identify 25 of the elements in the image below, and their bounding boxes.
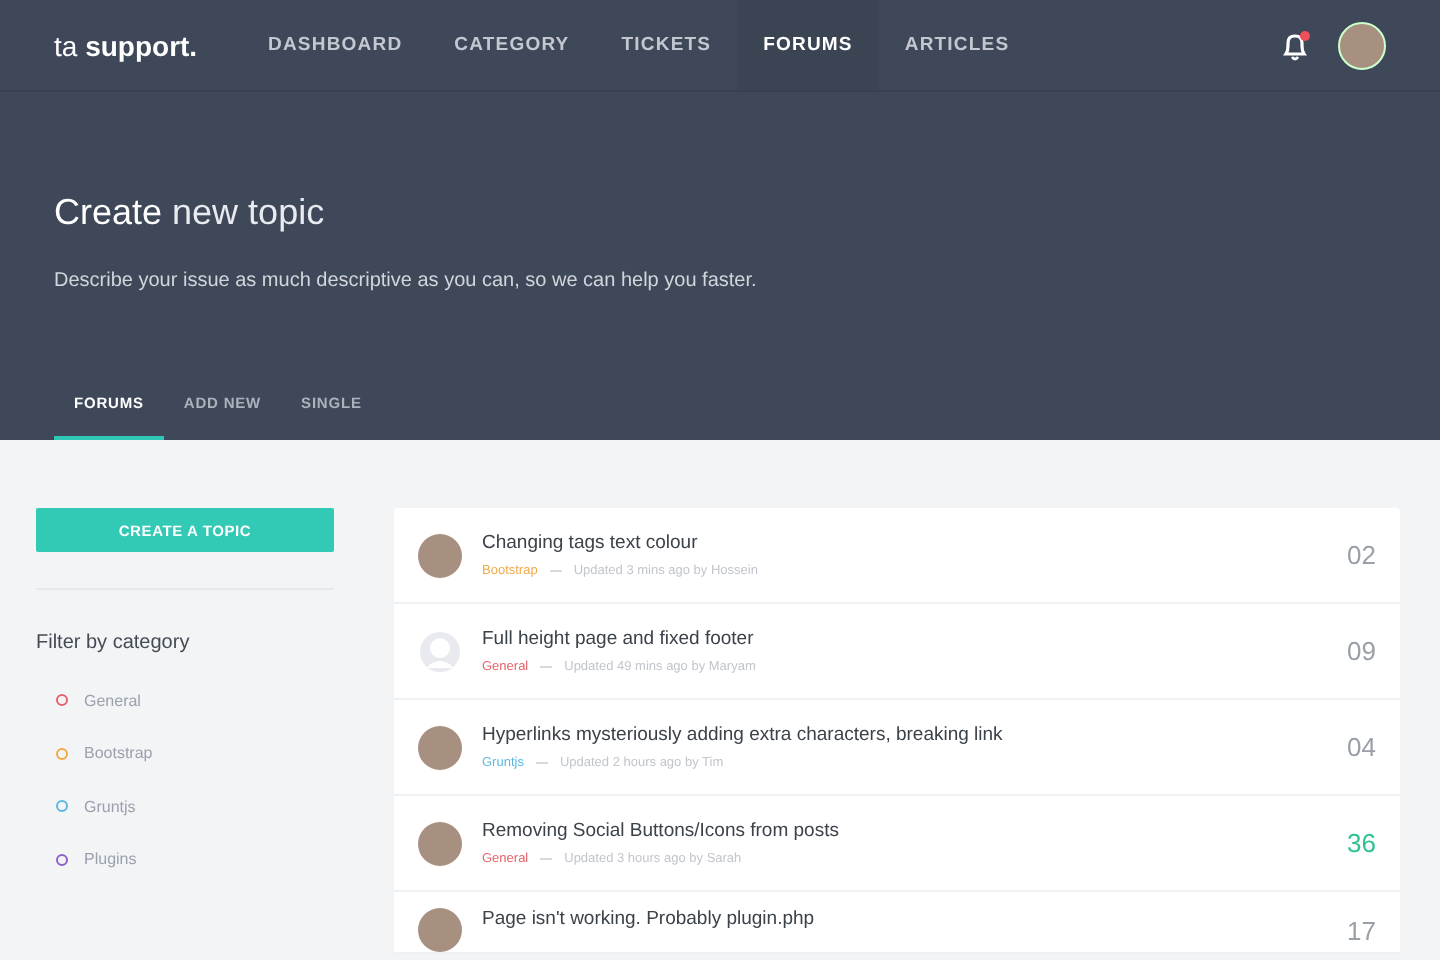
nav-link[interactable]: FORUMS <box>737 0 879 90</box>
logo[interactable]: ta support. <box>54 29 242 61</box>
topic-title[interactable]: Changing tags text colour <box>482 532 1348 554</box>
reply-count: 02 <box>1347 540 1376 570</box>
avatar <box>418 908 462 952</box>
nav-link[interactable]: DASHBOARD <box>242 0 429 90</box>
nav-link[interactable]: CATEGORY <box>428 0 596 90</box>
reply-count: 36 <box>1347 828 1376 858</box>
user-avatar[interactable] <box>1338 21 1386 69</box>
topic-title[interactable]: Full height page and fixed footer <box>482 628 1348 650</box>
reply-count: 09 <box>1347 636 1376 666</box>
nav-link[interactable]: TICKETS <box>595 0 738 90</box>
avatar <box>418 533 462 577</box>
reply-count: 04 <box>1347 732 1376 762</box>
topic-title[interactable]: Removing Social Buttons/Icons from posts <box>482 820 1348 842</box>
avatar <box>418 821 462 865</box>
topic-title[interactable]: Page isn't working. Probably plugin.php <box>482 908 1348 930</box>
filter-heading: Filter by category <box>36 632 192 654</box>
topic-title[interactable]: Hyperlinks mysteriously adding extra characters, breaking link <box>482 724 1348 746</box>
page-title: Create new topic <box>54 192 327 234</box>
page-subtitle: Describe your issue as much descriptive as you can, so we can help you faster. <box>54 270 759 292</box>
bell-icon[interactable] <box>1280 29 1312 61</box>
avatar <box>418 725 462 769</box>
reply-count: 17 <box>1347 916 1376 946</box>
nav-link[interactable]: ARTICLES <box>878 0 1036 90</box>
